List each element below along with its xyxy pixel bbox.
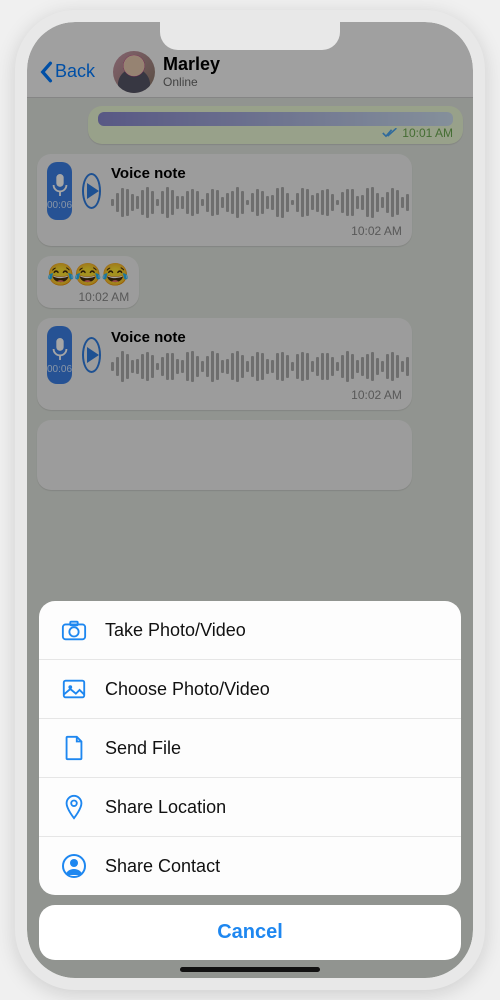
cancel-button[interactable]: Cancel xyxy=(39,905,461,960)
sheet-item-label: Take Photo/Video xyxy=(105,620,246,641)
gallery-icon xyxy=(61,676,87,702)
attachment-sheet: Take Photo/Video Choose Photo/Video Send… xyxy=(39,601,461,960)
sheet-item-take-photo[interactable]: Take Photo/Video xyxy=(39,601,461,660)
sheet-item-share-location[interactable]: Share Location xyxy=(39,778,461,837)
sheet-item-choose-photo[interactable]: Choose Photo/Video xyxy=(39,660,461,719)
attachment-options: Take Photo/Video Choose Photo/Video Send… xyxy=(39,601,461,895)
phone-frame: Back Marley Online 10:01 AM xyxy=(15,10,485,990)
camera-icon xyxy=(61,617,87,643)
sheet-item-label: Share Location xyxy=(105,797,226,818)
notch xyxy=(160,22,340,50)
screen: Back Marley Online 10:01 AM xyxy=(27,22,473,978)
location-icon xyxy=(61,794,87,820)
file-icon xyxy=(61,735,87,761)
sheet-item-share-contact[interactable]: Share Contact xyxy=(39,837,461,895)
home-indicator[interactable] xyxy=(180,967,320,972)
sheet-item-send-file[interactable]: Send File xyxy=(39,719,461,778)
cancel-label: Cancel xyxy=(217,921,283,943)
sheet-item-label: Send File xyxy=(105,738,181,759)
sheet-item-label: Share Contact xyxy=(105,856,220,877)
contact-icon xyxy=(61,853,87,879)
sheet-item-label: Choose Photo/Video xyxy=(105,679,270,700)
